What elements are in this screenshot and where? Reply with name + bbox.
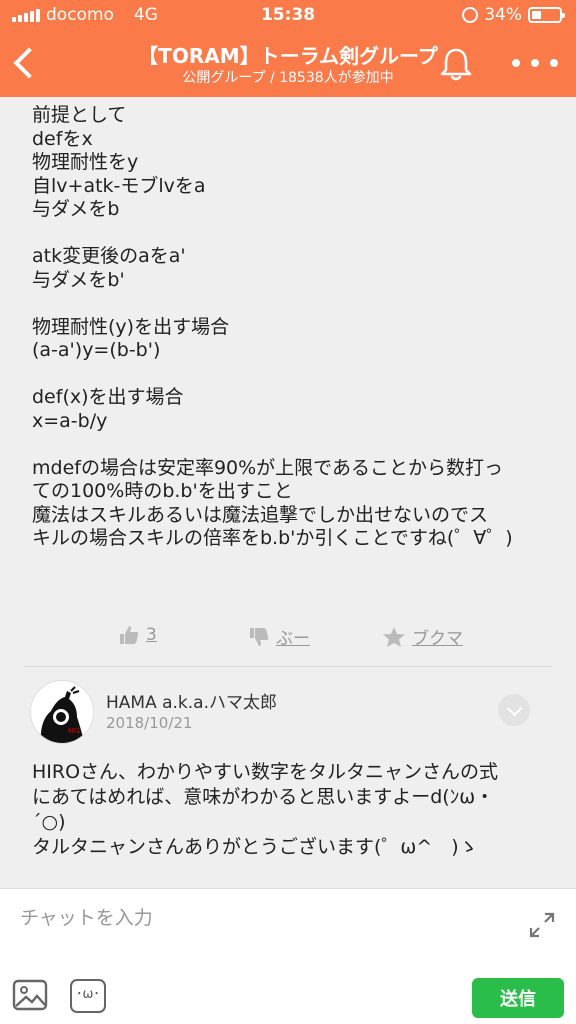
comment-line: HIROさん、わかりやすい数字をタルタニャンさんの式 xyxy=(32,761,499,783)
post-body: 前提として defをx 物理耐性をy 自lv+atk-モブlvをa 与ダメをb … xyxy=(32,104,552,551)
battery-percent: 34% xyxy=(484,5,522,25)
star-icon xyxy=(383,626,405,647)
post-line: 前提として xyxy=(32,104,127,126)
post-line: atk変更後のaをa' xyxy=(32,245,186,267)
post-line xyxy=(32,222,552,246)
post-line: 物理耐性(y)を出す場合 xyxy=(32,315,230,338)
bookmark-label: ブクマ xyxy=(412,629,463,649)
comment-author[interactable]: HAMA a.k.a.ハマ太郎 xyxy=(106,688,277,713)
image-icon[interactable] xyxy=(12,979,48,1011)
post-line: mdefの場合は安定率90%が上限であることから数打っ xyxy=(32,456,503,479)
chat-input[interactable] xyxy=(20,903,500,933)
post-line xyxy=(32,433,552,457)
status-bar: docomo 4G 15:38 34% xyxy=(0,0,576,30)
more-icon[interactable] xyxy=(512,48,558,78)
avatar-image: 401 xyxy=(31,681,93,743)
bookmark-button[interactable]: ブクマ xyxy=(382,624,463,649)
post-line: 自lv+atk-モブlvをa xyxy=(32,174,206,197)
post-line: 魔法はスキルあるいは魔法追撃でしか出せないのでス xyxy=(32,503,489,526)
post-line: 与ダメをb' xyxy=(32,268,125,291)
stamp-icon[interactable]: ･ω･ xyxy=(70,979,106,1013)
battery-icon xyxy=(528,7,565,23)
post-actions: 3 ぶー ブクマ xyxy=(0,618,576,654)
post-line: キルの場合スキルの倍率をb.b'か引くことですね(゜∀゜) xyxy=(32,527,513,549)
post-line: def(x)を出す場合 xyxy=(32,386,184,408)
bell-icon[interactable] xyxy=(436,44,476,84)
post-line: defをx xyxy=(32,127,93,150)
svg-text:401: 401 xyxy=(67,727,80,735)
comment-body: HIROさん、わかりやすい数字をタルタニャンさんの式 にあてはめれば、意味がわか… xyxy=(32,760,552,860)
post-line: 与ダメをb xyxy=(32,198,120,220)
divider xyxy=(24,666,552,667)
expand-icon[interactable] xyxy=(528,911,556,939)
comment-date: 2018/10/21 xyxy=(106,714,193,732)
rotation-lock-icon xyxy=(462,7,479,23)
chevron-down-icon[interactable] xyxy=(498,694,530,726)
like-button[interactable]: 3 xyxy=(118,624,157,646)
post-line: x=a-b/y xyxy=(32,409,108,432)
status-right: 34% xyxy=(462,5,565,25)
group-subtitle: 公開グループ / 18538人が参加中 xyxy=(182,70,394,86)
post-line xyxy=(32,363,552,387)
comment-line: ´○) xyxy=(32,811,66,833)
avatar[interactable]: 401 xyxy=(30,680,94,744)
back-icon[interactable] xyxy=(12,46,38,80)
post-line xyxy=(32,292,552,316)
post-line: (a-a')y=(b-b') xyxy=(32,339,161,361)
like-count: 3 xyxy=(146,625,157,645)
thumbs-down-icon xyxy=(250,627,269,646)
group-title: 【TORAM】トーラム剣グループ xyxy=(138,44,438,68)
post-line: 物理耐性をy xyxy=(32,151,139,173)
post-line: ての100%時のb.b'を出すこと xyxy=(32,480,293,502)
thumbs-up-icon xyxy=(120,626,139,644)
boo-button[interactable]: ぶー xyxy=(248,624,310,649)
app-header: docomo 4G 15:38 34% 【TORAM】トーラム剣グループ 公開グ… xyxy=(0,0,576,97)
comment-line: にあてはめれば、意味がわかると思いますよーd(ﾝω・ xyxy=(32,786,495,808)
send-button[interactable]: 送信 xyxy=(472,978,564,1018)
comment-line: タルタニャンさんありがとうございます(゜ω^ )ゝ xyxy=(32,836,478,858)
boo-label: ぶー xyxy=(276,629,310,649)
